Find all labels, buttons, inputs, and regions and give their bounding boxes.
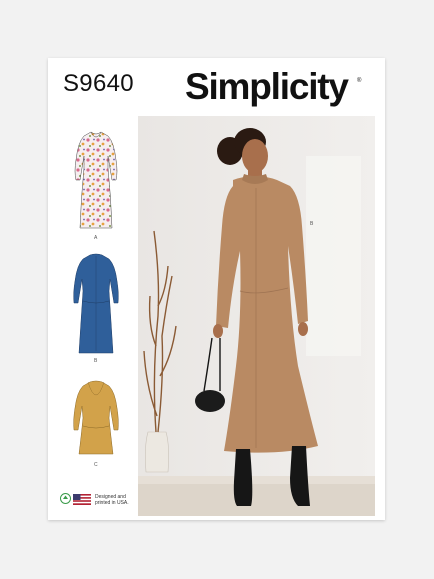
designed-printed-usa-text: Designed and printed in USA.: [95, 494, 129, 506]
view-c-label: C: [94, 462, 98, 468]
model-photo: [138, 116, 375, 516]
photo-view-label: B: [310, 221, 314, 227]
view-b-blue-dress-sketch: [73, 253, 119, 354]
view-a-floral-dress-sketch: [74, 131, 118, 229]
view-a-label: A: [94, 235, 98, 241]
view-c-mustard-dress-sketch: [73, 380, 119, 455]
recycle-icon: [60, 493, 71, 504]
model-photo-illustration: [138, 116, 375, 516]
brand-logo: Simplicity: [185, 66, 349, 107]
us-flag-icon: [73, 494, 91, 505]
pattern-number: S9640: [63, 70, 134, 97]
pattern-envelope-card: S9640 Simplicity ® A B C B Designed and …: [48, 58, 385, 520]
registered-mark: ®: [357, 78, 362, 84]
view-b-label: B: [94, 358, 98, 364]
